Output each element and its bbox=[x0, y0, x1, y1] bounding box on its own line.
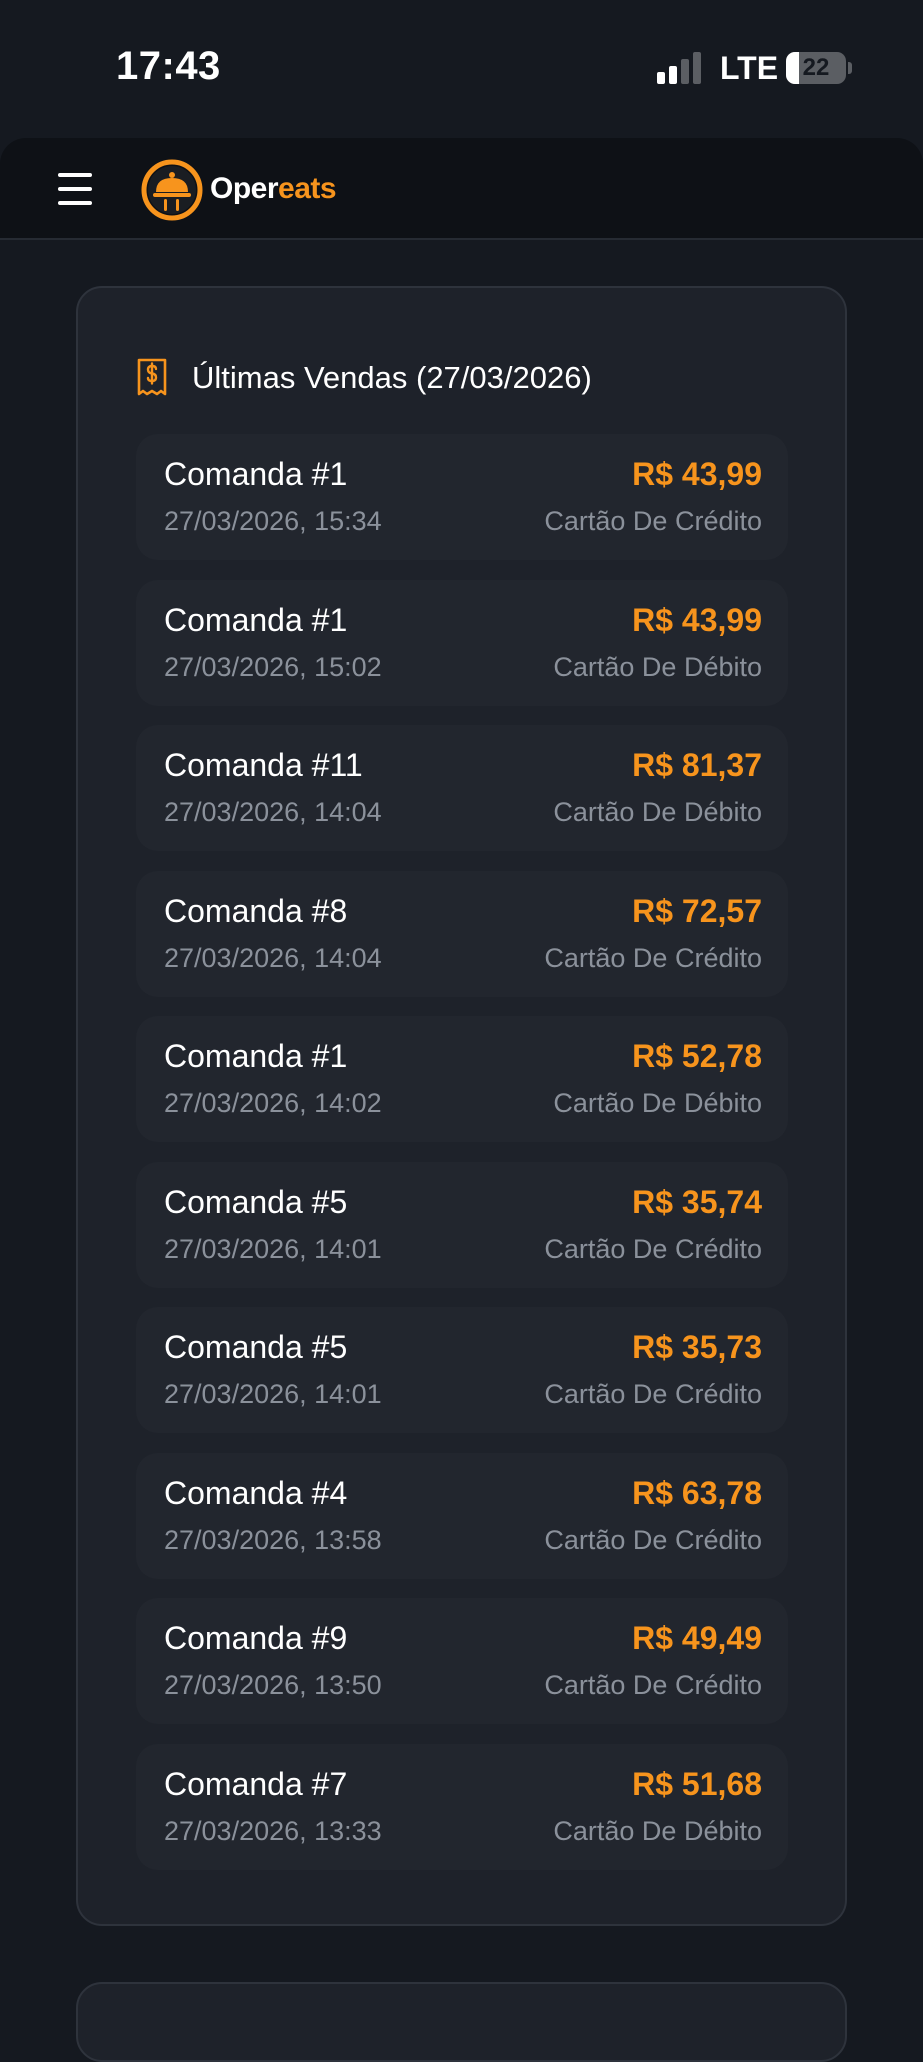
sale-datetime: 27/03/2026, 14:02 bbox=[164, 1088, 382, 1118]
next-card bbox=[76, 1982, 847, 2062]
status-bar: 17:43 LTE 22 bbox=[0, 0, 923, 138]
sale-datetime: 27/03/2026, 15:02 bbox=[164, 651, 382, 682]
card-title: Últimas Vendas (27/03/2026) bbox=[192, 360, 592, 395]
sale-list-item[interactable]: Comanda #1 27/03/2026, 14:02 R$ 52,78 Ca… bbox=[136, 1016, 788, 1142]
recent-sales-card: Últimas Vendas (27/03/2026) Comanda #1 2… bbox=[76, 286, 847, 1926]
sale-payment-method: Cartão De Débito bbox=[553, 651, 762, 682]
sale-list-item[interactable]: Comanda #5 27/03/2026, 14:01 R$ 35,74 Ca… bbox=[136, 1161, 788, 1288]
sale-list-item[interactable]: Comanda #1 27/03/2026, 15:34 R$ 43,99 Ca… bbox=[136, 434, 788, 560]
sale-order-name: Comanda #5 bbox=[164, 1183, 348, 1220]
sale-amount: R$ 35,73 bbox=[632, 1329, 762, 1365]
sale-payment-method: Cartão De Crédito bbox=[544, 942, 762, 973]
sale-datetime: 27/03/2026, 15:34 bbox=[164, 506, 382, 536]
sale-datetime: 27/03/2026, 13:50 bbox=[164, 1670, 382, 1700]
battery-tip bbox=[848, 62, 852, 74]
battery-icon: 22 bbox=[786, 52, 846, 84]
sale-order-name: Comanda #8 bbox=[164, 892, 348, 929]
card-header: Últimas Vendas (27/03/2026) bbox=[136, 358, 786, 408]
sale-order-name: Comanda #1 bbox=[164, 601, 348, 638]
sale-list-item[interactable]: Comanda #9 27/03/2026, 13:50 R$ 49,49 Ca… bbox=[136, 1598, 788, 1724]
brand-name: Opereats bbox=[210, 172, 337, 206]
app-header: Opereats bbox=[0, 138, 923, 240]
sale-datetime: 27/03/2026, 13:58 bbox=[164, 1524, 382, 1555]
sale-order-name: Comanda #4 bbox=[164, 1474, 348, 1511]
signal-bar bbox=[681, 59, 689, 84]
sale-order-name: Comanda #5 bbox=[164, 1329, 348, 1365]
sale-list-item[interactable]: Comanda #4 27/03/2026, 13:58 R$ 63,78 Ca… bbox=[136, 1452, 788, 1579]
signal-bar bbox=[693, 52, 701, 84]
hamburger-line bbox=[58, 187, 92, 191]
sale-order-name: Comanda #1 bbox=[164, 456, 348, 492]
sale-payment-method: Cartão De Débito bbox=[553, 797, 762, 827]
sale-amount: R$ 72,57 bbox=[632, 892, 762, 929]
sale-amount: R$ 63,78 bbox=[632, 1474, 762, 1511]
brand-name-part2: eats bbox=[278, 172, 337, 205]
sale-datetime: 27/03/2026, 14:04 bbox=[164, 797, 382, 827]
sale-datetime: 27/03/2026, 13:33 bbox=[164, 1815, 382, 1846]
sale-payment-method: Cartão De Crédito bbox=[544, 1670, 762, 1700]
sale-datetime: 27/03/2026, 14:01 bbox=[164, 1233, 382, 1264]
sale-amount: R$ 52,78 bbox=[632, 1038, 762, 1074]
sales-list: Comanda #1 27/03/2026, 15:34 R$ 43,99 Ca… bbox=[136, 434, 788, 1889]
sale-payment-method: Cartão De Débito bbox=[553, 1088, 762, 1118]
sale-order-name: Comanda #9 bbox=[164, 1620, 348, 1656]
sale-list-item[interactable]: Comanda #8 27/03/2026, 14:04 R$ 72,57 Ca… bbox=[136, 870, 788, 997]
sale-amount: R$ 35,74 bbox=[632, 1183, 762, 1220]
menu-button[interactable] bbox=[52, 171, 96, 207]
signal-bar bbox=[657, 72, 665, 84]
sale-amount: R$ 49,49 bbox=[632, 1620, 762, 1656]
sale-payment-method: Cartão De Crédito bbox=[544, 1524, 762, 1555]
sale-list-item[interactable]: Comanda #11 27/03/2026, 14:04 R$ 81,37 C… bbox=[136, 725, 788, 851]
cloche-logo-icon bbox=[141, 159, 203, 221]
receipt-dollar-icon bbox=[137, 358, 167, 396]
sale-datetime: 27/03/2026, 14:01 bbox=[164, 1379, 382, 1409]
network-type: LTE bbox=[720, 50, 779, 86]
sale-amount: R$ 43,99 bbox=[632, 456, 762, 492]
sale-payment-method: Cartão De Crédito bbox=[544, 506, 762, 536]
sale-list-item[interactable]: Comanda #7 27/03/2026, 13:33 R$ 51,68 Ca… bbox=[136, 1743, 788, 1870]
status-time: 17:43 bbox=[116, 44, 221, 88]
sale-amount: R$ 43,99 bbox=[632, 601, 762, 638]
sale-order-name: Comanda #11 bbox=[164, 747, 363, 783]
signal-strength-icon bbox=[657, 52, 703, 84]
hamburger-line bbox=[58, 173, 92, 177]
sale-datetime: 27/03/2026, 14:04 bbox=[164, 942, 382, 973]
sale-amount: R$ 81,37 bbox=[632, 747, 762, 783]
hamburger-line bbox=[58, 201, 92, 205]
sale-amount: R$ 51,68 bbox=[632, 1765, 762, 1802]
brand-name-part1: Oper bbox=[210, 172, 279, 205]
sale-list-item[interactable]: Comanda #5 27/03/2026, 14:01 R$ 35,73 Ca… bbox=[136, 1307, 788, 1433]
sale-order-name: Comanda #7 bbox=[164, 1765, 348, 1802]
sale-list-item[interactable]: Comanda #1 27/03/2026, 15:02 R$ 43,99 Ca… bbox=[136, 579, 788, 706]
signal-bar bbox=[669, 66, 677, 84]
sale-payment-method: Cartão De Crédito bbox=[544, 1233, 762, 1264]
battery-level: 22 bbox=[802, 54, 830, 81]
sale-payment-method: Cartão De Débito bbox=[553, 1815, 762, 1846]
sale-order-name: Comanda #1 bbox=[164, 1038, 348, 1074]
sale-payment-method: Cartão De Crédito bbox=[544, 1379, 762, 1409]
